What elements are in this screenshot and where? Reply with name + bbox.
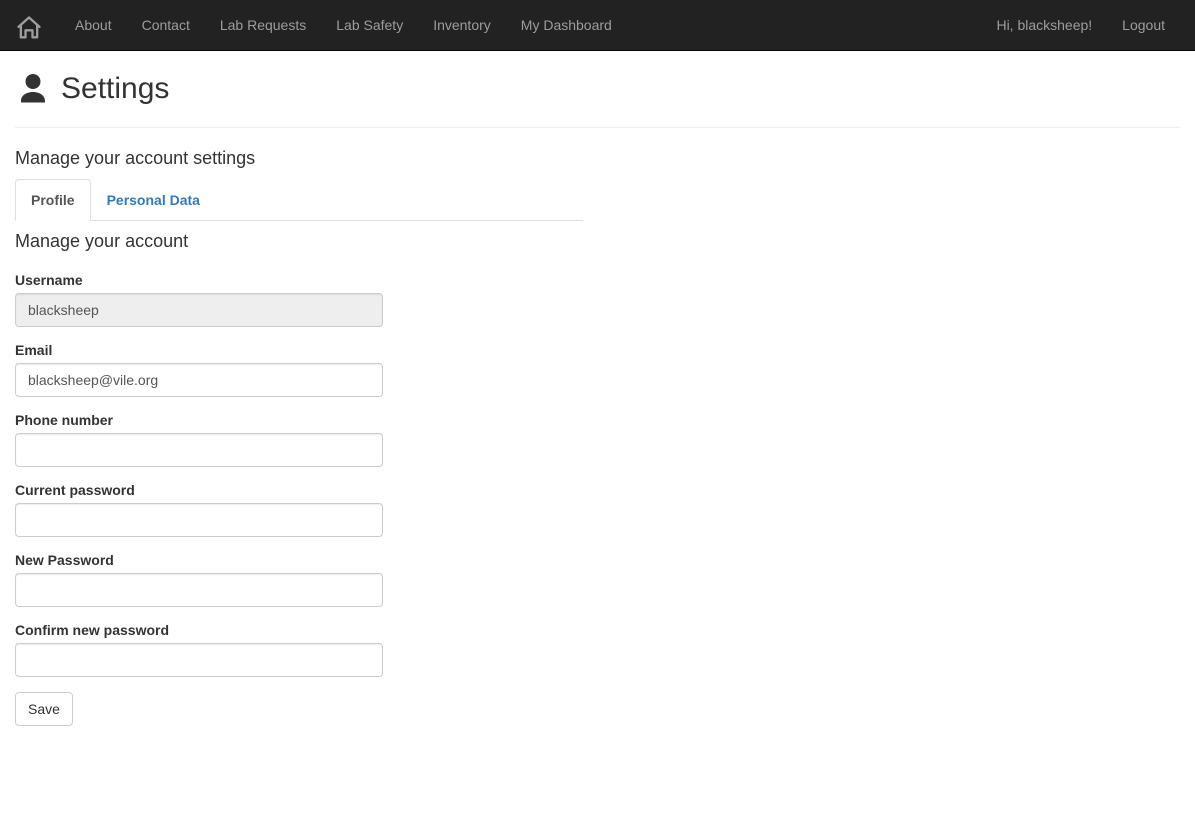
user-icon (15, 71, 51, 107)
main-container: Settings Manage your account settings Pr… (0, 71, 1195, 726)
tab-profile[interactable]: Profile (15, 179, 91, 221)
phone-label: Phone number (15, 412, 113, 428)
page-title: Settings (15, 71, 1180, 107)
new-password-input[interactable] (15, 573, 383, 607)
nav-contact[interactable]: Contact (127, 0, 205, 50)
email-label: Email (15, 342, 52, 358)
nav-about[interactable]: About (60, 0, 127, 50)
home-icon (15, 14, 43, 42)
page-title-text: Settings (61, 72, 169, 106)
nav-logout[interactable]: Logout (1107, 0, 1180, 50)
current-password-label: Current password (15, 482, 135, 498)
username-label: Username (15, 272, 83, 288)
tab-personal-data[interactable]: Personal Data (91, 179, 216, 221)
title-divider (15, 127, 1180, 128)
email-input[interactable] (15, 363, 383, 397)
current-password-input[interactable] (15, 503, 383, 537)
nav-my-dashboard[interactable]: My Dashboard (506, 0, 627, 50)
save-button[interactable]: Save (15, 692, 73, 726)
nav-lab-requests[interactable]: Lab Requests (205, 0, 321, 50)
confirm-password-label: Confirm new password (15, 622, 169, 638)
nav-inventory[interactable]: Inventory (418, 0, 506, 50)
nav-left: About Contact Lab Requests Lab Safety In… (60, 0, 627, 50)
username-input (15, 293, 383, 327)
new-password-label: New Password (15, 552, 114, 568)
home-link[interactable] (15, 9, 50, 42)
settings-tabs: Profile Personal Data (15, 179, 583, 221)
nav-right: Hi, blacksheep! Logout (981, 0, 1180, 50)
section-heading: Manage your account (15, 231, 583, 252)
nav-greeting[interactable]: Hi, blacksheep! (981, 0, 1107, 50)
nav-lab-safety[interactable]: Lab Safety (321, 0, 418, 50)
top-navbar: About Contact Lab Requests Lab Safety In… (0, 0, 1195, 51)
page-subtitle: Manage your account settings (15, 148, 1180, 169)
confirm-password-input[interactable] (15, 643, 383, 677)
profile-form: Username Email Phone number Curr (15, 272, 383, 726)
phone-input[interactable] (15, 433, 383, 467)
